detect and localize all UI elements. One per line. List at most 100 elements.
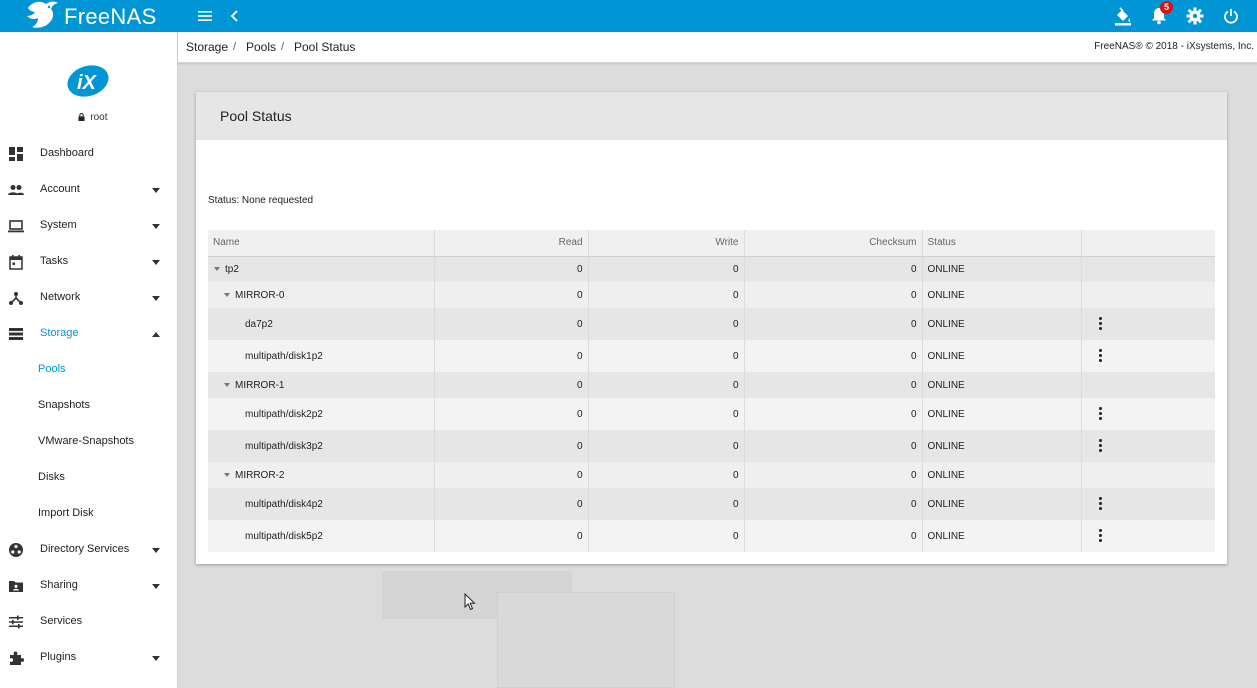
sidebar-item-label: Directory Services [40,543,130,555]
expand-caret-icon[interactable] [224,382,230,387]
row-name: multipath/disk3p2 [245,440,323,452]
table-row: multipath/disk2p2 0 0 0 ONLINE [208,398,1215,430]
write-cell: 0 [588,488,745,520]
user-label[interactable]: root [0,112,178,123]
sidebar-item-label: Storage [40,327,79,339]
sidebar-item-dashboard[interactable]: Dashboard [0,136,178,172]
freenas-bird-icon [27,1,58,28]
column-header-status[interactable]: Status [922,230,1082,257]
chevron-down-icon [152,548,160,553]
sidebar-item-plugins[interactable]: Plugins [0,640,178,676]
sidebar-subitem-pools[interactable]: Pools [0,352,178,388]
checksum-cell: 0 [744,398,923,430]
more-vert-icon[interactable] [1093,495,1107,511]
logo-text: FreeNAS [64,4,157,29]
chevron-down-icon [152,296,160,301]
breadcrumb-pool-status: Pool Status [294,40,356,54]
tune-icon [9,615,23,629]
sidebar-subitem-import-disk[interactable]: Import Disk [0,496,178,532]
pool-status-card: Pool Status Status: None requested Name … [196,92,1227,564]
sidebar-item-network[interactable]: Network [0,280,178,316]
paint-bucket-icon[interactable] [1112,5,1134,27]
more-vert-icon[interactable] [1093,405,1107,421]
directory-icon [9,543,23,557]
status-cell: ONLINE [922,340,1082,372]
more-vert-icon[interactable] [1093,315,1107,331]
read-cell: 0 [434,308,589,340]
sidebar-subitem-vmware-snapshots[interactable]: VMware-Snapshots [0,424,178,460]
actions-cell [1081,430,1215,462]
chevron-up-icon [152,332,160,337]
laptop-icon [8,220,24,233]
more-vert-icon[interactable] [1093,527,1107,543]
sidebar-subitem-label: Snapshots [38,399,90,411]
column-header-checksum[interactable]: Checksum [744,230,923,257]
table-row: multipath/disk5p2 0 0 0 ONLINE [208,520,1215,552]
sidebar-item-label: Account [40,183,80,195]
read-cell: 0 [434,372,589,398]
sidebar-item-label: Network [40,291,81,303]
menu-icon[interactable] [194,5,216,27]
sidebar-item-directory-services[interactable]: Directory Services [0,532,178,568]
status-cell: ONLINE [922,282,1082,308]
username: root [90,112,108,123]
checksum-cell: 0 [744,256,923,282]
expand-caret-icon[interactable] [224,472,230,477]
breadcrumb-pools[interactable]: Pools [246,40,276,54]
column-header-name[interactable]: Name [208,230,435,257]
row-name: multipath/disk5p2 [245,530,323,542]
scrub-status: Status: None requested [208,195,314,206]
more-vert-icon[interactable] [1093,437,1107,453]
row-name: da7p2 [245,318,273,330]
row-name-cell: multipath/disk3p2 [208,430,435,462]
network-icon [9,292,23,305]
row-name-cell: multipath/disk2p2 [208,398,435,430]
read-cell: 0 [434,256,589,282]
pool-status-table: Name Read Write Checksum Status tp2 0 0 … [208,230,1215,552]
sidebar-subitem-disks[interactable]: Disks [0,460,178,496]
actions-cell [1081,462,1215,488]
gear-icon[interactable] [1184,5,1206,27]
row-name-cell: MIRROR-0 [208,282,435,308]
logo[interactable]: FreeNAS [0,0,178,32]
sidebar-item-sharing[interactable]: Sharing [0,568,178,604]
status-cell: ONLINE [922,520,1082,552]
table-row: multipath/disk3p2 0 0 0 ONLINE [208,430,1215,462]
write-cell: 0 [588,462,745,488]
write-cell: 0 [588,282,745,308]
expand-caret-icon[interactable] [214,267,220,272]
more-vert-icon[interactable] [1093,347,1107,363]
chevron-down-icon [152,188,160,193]
column-header-write[interactable]: Write [588,230,745,257]
chevron-left-icon[interactable] [224,5,246,27]
people-icon [8,185,24,195]
actions-cell [1081,308,1215,340]
sidebar-item-label: System [40,219,77,231]
power-icon[interactable] [1220,5,1242,27]
chevron-down-icon [152,656,160,661]
actions-cell [1081,488,1215,520]
row-name: tp2 [225,263,239,275]
expand-caret-icon[interactable] [224,292,230,297]
sidebar-item-label: Dashboard [40,147,94,159]
actions-cell [1081,282,1215,308]
copyright-text: FreeNAS® © 2018 - iXsystems, Inc. [1094,41,1254,52]
breadcrumb-separator: / [281,41,285,53]
table-row: MIRROR-2 0 0 0 ONLINE [208,462,1215,488]
sidebar-item-system[interactable]: System [0,208,178,244]
status-cell: ONLINE [922,398,1082,430]
write-cell: 0 [588,340,745,372]
actions-cell [1081,256,1215,282]
sidebar-item-tasks[interactable]: Tasks [0,244,178,280]
checksum-cell: 0 [744,462,923,488]
breadcrumb-storage[interactable]: Storage [186,40,228,54]
column-header-actions [1081,230,1215,257]
sidebar-subitem-snapshots[interactable]: Snapshots [0,388,178,424]
sidebar-item-account[interactable]: Account [0,172,178,208]
sidebar-item-services[interactable]: Services [0,604,178,640]
checksum-cell: 0 [744,308,923,340]
column-header-read[interactable]: Read [434,230,589,257]
sidebar-item-storage[interactable]: Storage [0,316,178,352]
checksum-cell: 0 [744,488,923,520]
card-header: Pool Status [196,92,1227,140]
